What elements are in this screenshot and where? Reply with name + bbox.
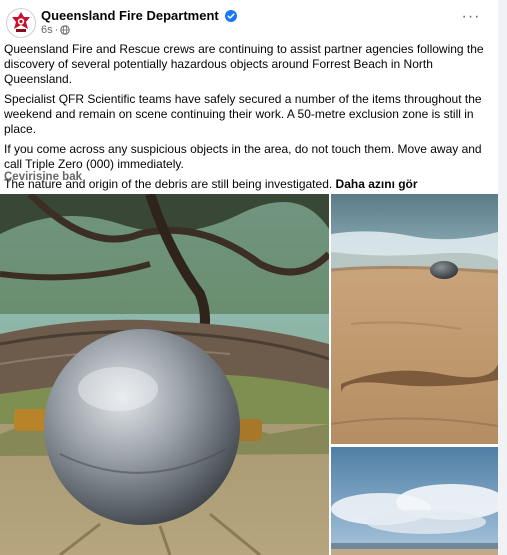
photo-metal-sphere-bush-image (0, 194, 329, 555)
meta-separator: · (54, 24, 59, 36)
verified-badge-icon (225, 10, 238, 22)
post-card: Queensland Fire Department 6s · ··· Queen… (0, 0, 498, 555)
photo-sphere-on-beach-image (331, 194, 498, 444)
page-name-text[interactable]: Queensland Fire Department (41, 8, 219, 23)
photo-metal-sphere-bush[interactable] (0, 194, 329, 555)
qfd-logo-icon (8, 10, 34, 36)
see-less-link[interactable]: Daha azını gör (336, 177, 418, 191)
globe-icon (60, 25, 70, 35)
photo-beach-sky-image (331, 447, 498, 555)
page-name-link[interactable]: Queensland Fire Department (41, 8, 238, 23)
photo-sphere-on-beach[interactable] (331, 194, 498, 444)
post-paragraph-3: If you come across any suspicious object… (4, 142, 482, 171)
more-options-button[interactable]: ··· (460, 9, 482, 26)
page-avatar[interactable] (6, 8, 36, 38)
post-paragraph-2: Specialist QFR Scientific teams have saf… (4, 92, 482, 136)
post-time[interactable]: 6s (41, 24, 53, 36)
see-translation-link[interactable]: Çevirisine bak (4, 171, 82, 183)
post-paragraph-1: Queensland Fire and Rescue crews are con… (4, 42, 484, 86)
post-header: Queensland Fire Department 6s · ··· (6, 6, 498, 38)
post-meta: 6s · (41, 24, 70, 36)
photo-beach-sky[interactable] (331, 447, 498, 555)
